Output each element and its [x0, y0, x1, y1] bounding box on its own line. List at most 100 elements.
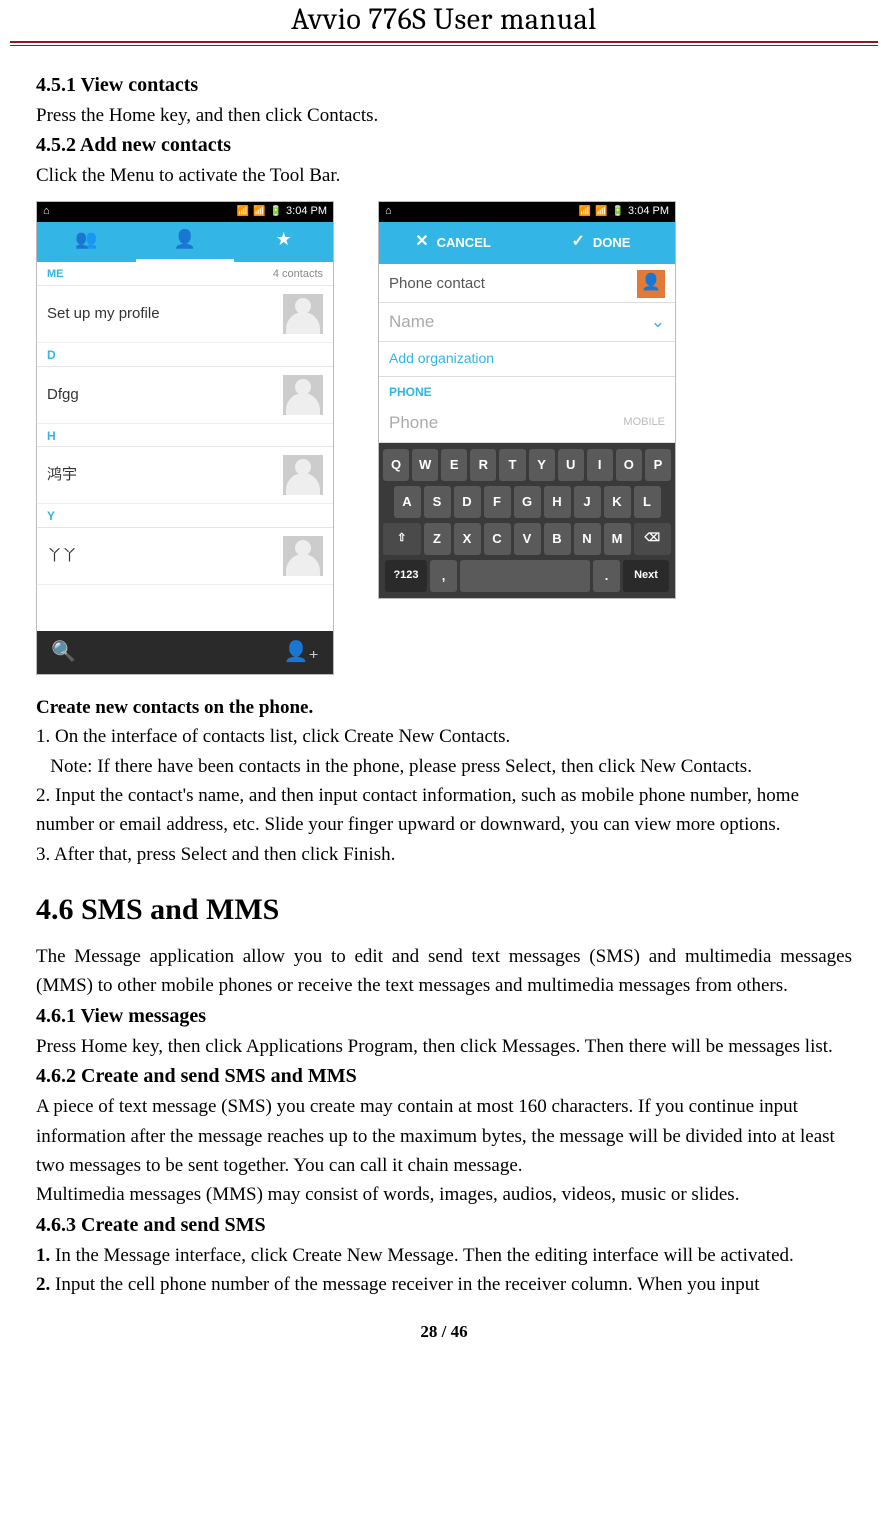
- text-4-6-3-step1: 1. In the Message interface, click Creat…: [36, 1241, 852, 1270]
- text-4-6-1: Press Home key, then click Applications …: [36, 1032, 852, 1061]
- setup-profile-label: Set up my profile: [47, 302, 160, 325]
- contact-row-hongyu[interactable]: 鸿宇: [37, 447, 333, 504]
- key-b[interactable]: B: [544, 523, 571, 555]
- key-z[interactable]: Z: [424, 523, 451, 555]
- status-bar: ⌂ 📶 📶 🔋 3:04 PM: [379, 202, 675, 222]
- step-number: 1.: [36, 1245, 50, 1266]
- me-header-row: ME 4 contacts: [37, 262, 333, 286]
- key-e[interactable]: E: [441, 449, 467, 481]
- name-input[interactable]: Name ⌄: [379, 303, 675, 342]
- key-backspace[interactable]: ⌫: [634, 523, 672, 555]
- step-number: 2.: [36, 1274, 50, 1295]
- text-4-5-1: Press the Home key, and then click Conta…: [36, 101, 852, 130]
- status-bar: ⌂ 📶 📶 🔋 3:04 PM: [37, 202, 333, 222]
- page-content: 4.5.1 View contacts Press the Home key, …: [0, 56, 888, 1300]
- wifi-icon: 📶: [579, 204, 591, 220]
- key-w[interactable]: W: [412, 449, 438, 481]
- heading-4-6-1: 4.6.1 View messages: [36, 1001, 852, 1032]
- edit-topbar: ✕ CANCEL ✓ DONE: [379, 222, 675, 264]
- key-shift[interactable]: ⇧: [383, 523, 421, 555]
- contact-type-row[interactable]: Phone contact 👤: [379, 264, 675, 303]
- key-k[interactable]: K: [604, 486, 631, 518]
- key-a[interactable]: A: [394, 486, 421, 518]
- step-text: In the Message interface, click Create N…: [50, 1245, 794, 1266]
- tab-favorites[interactable]: ★: [234, 222, 333, 262]
- status-time: 3:04 PM: [286, 203, 327, 220]
- key-r[interactable]: R: [470, 449, 496, 481]
- expand-icon[interactable]: ⌄: [651, 309, 665, 335]
- close-icon: ✕: [415, 230, 428, 255]
- key-n[interactable]: N: [574, 523, 601, 555]
- key-o[interactable]: O: [616, 449, 642, 481]
- avatar-placeholder: [283, 455, 323, 495]
- key-g[interactable]: G: [514, 486, 541, 518]
- heading-4-6: 4.6 SMS and MMS: [36, 887, 852, 934]
- screenshot-add-contact: ⌂ 📶 📶 🔋 3:04 PM ✕ CANCEL ✓ DONE: [378, 201, 676, 599]
- heading-4-6-3: 4.6.3 Create and send SMS: [36, 1210, 852, 1241]
- wifi-icon: 📶: [237, 204, 249, 220]
- phone-section-label: PHONE: [379, 377, 675, 404]
- add-contact-icon[interactable]: 👤₊: [284, 637, 319, 668]
- key-v[interactable]: V: [514, 523, 541, 555]
- key-space[interactable]: [460, 560, 590, 592]
- letter-header-d: D: [37, 343, 333, 367]
- key-u[interactable]: U: [558, 449, 584, 481]
- key-comma[interactable]: ,: [430, 560, 457, 592]
- text-4-6: The Message application allow you to edi…: [36, 942, 852, 1001]
- key-i[interactable]: I: [587, 449, 613, 481]
- phone-type-label[interactable]: MOBILE: [623, 414, 665, 431]
- me-label: ME: [47, 266, 64, 283]
- contact-type-icon: 👤: [637, 270, 665, 298]
- tab-contacts[interactable]: 👤: [136, 222, 235, 262]
- phone-placeholder: Phone: [389, 410, 438, 436]
- add-organization-button[interactable]: Add organization: [379, 342, 675, 377]
- home-icon: ⌂: [43, 203, 50, 220]
- create-step-2: 2. Input the contact's name, and then in…: [36, 781, 852, 840]
- contact-row-dfgg[interactable]: Dfgg: [37, 367, 333, 424]
- key-period[interactable]: .: [593, 560, 620, 592]
- key-h[interactable]: H: [544, 486, 571, 518]
- avatar-placeholder: [283, 536, 323, 576]
- cancel-label: CANCEL: [437, 233, 491, 253]
- check-icon: ✓: [572, 230, 585, 255]
- text-4-5-2: Click the Menu to activate the Tool Bar.: [36, 161, 852, 190]
- contact-type-label: Phone contact: [389, 272, 485, 295]
- done-button[interactable]: ✓ DONE: [527, 222, 675, 264]
- key-q[interactable]: Q: [383, 449, 409, 481]
- contacts-count: 4 contacts: [273, 266, 323, 283]
- name-placeholder: Name: [389, 309, 434, 335]
- signal-icon: 📶: [253, 204, 265, 220]
- avatar-placeholder: [283, 375, 323, 415]
- cancel-button[interactable]: ✕ CANCEL: [379, 222, 527, 264]
- setup-profile-row[interactable]: Set up my profile: [37, 286, 333, 343]
- key-m[interactable]: M: [604, 523, 631, 555]
- key-y[interactable]: Y: [529, 449, 555, 481]
- create-step-3: 3. After that, press Select and then cli…: [36, 840, 852, 869]
- key-next[interactable]: Next: [623, 560, 669, 592]
- header-divider: [10, 41, 878, 46]
- letter-header-y: Y: [37, 504, 333, 528]
- key-d[interactable]: D: [454, 486, 481, 518]
- done-label: DONE: [593, 233, 631, 253]
- heading-create-contacts: Create new contacts on the phone.: [36, 693, 852, 722]
- status-time: 3:04 PM: [628, 203, 669, 220]
- key-symbols[interactable]: ?123: [385, 560, 427, 592]
- key-t[interactable]: T: [499, 449, 525, 481]
- key-p[interactable]: P: [645, 449, 671, 481]
- key-x[interactable]: X: [454, 523, 481, 555]
- key-f[interactable]: F: [484, 486, 511, 518]
- phone-input[interactable]: Phone MOBILE: [379, 404, 675, 443]
- contact-name: Dfgg: [47, 383, 79, 406]
- signal-icon: 📶: [595, 204, 607, 220]
- create-note: Note: If there have been contacts in the…: [36, 752, 852, 781]
- key-l[interactable]: L: [634, 486, 661, 518]
- key-s[interactable]: S: [424, 486, 451, 518]
- contacts-tabs: 👥 👤 ★: [37, 222, 333, 262]
- contact-name: 丫丫: [47, 544, 77, 567]
- contact-row-yaya[interactable]: 丫丫: [37, 528, 333, 585]
- key-c[interactable]: C: [484, 523, 511, 555]
- key-j[interactable]: J: [574, 486, 601, 518]
- text-4-6-2-p1: A piece of text message (SMS) you create…: [36, 1092, 852, 1180]
- tab-groups[interactable]: 👥: [37, 222, 136, 262]
- search-icon[interactable]: 🔍: [51, 637, 76, 668]
